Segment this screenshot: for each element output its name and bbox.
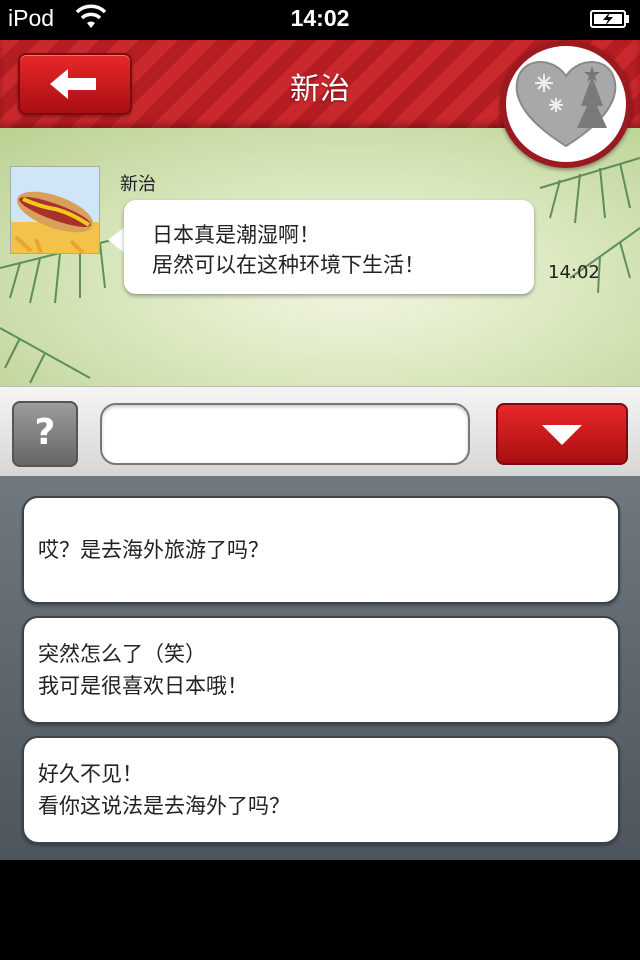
status-bar: iPod 14:02 bbox=[0, 0, 640, 40]
toggle-options-button[interactable] bbox=[496, 403, 628, 465]
chat-area: 新治 日本真是潮湿啊！ 居然可以在这种环境下生活！ 14:02 bbox=[0, 128, 640, 386]
reply-option-text: 哎？是去海外旅游了吗？ bbox=[38, 538, 269, 562]
message-input[interactable] bbox=[100, 403, 470, 465]
message-bubble: 日本真是潮湿啊！ 居然可以在这种环境下生活！ bbox=[124, 200, 534, 294]
reply-option-text: 好久不见！ 看你这说法是去海外了吗？ bbox=[38, 762, 290, 818]
avatar[interactable] bbox=[10, 166, 100, 254]
chevron-down-icon bbox=[542, 425, 582, 445]
help-button[interactable]: ? bbox=[12, 401, 78, 467]
reply-option[interactable]: 突然怎么了（笑） 我可是很喜欢日本哦！ bbox=[22, 616, 620, 724]
status-time: 14:02 bbox=[290, 5, 350, 31]
heart-badge[interactable] bbox=[500, 40, 632, 168]
sender-name: 新治 bbox=[120, 174, 156, 195]
input-bar: ? bbox=[0, 386, 640, 478]
hotdog-avatar-icon bbox=[11, 167, 99, 253]
heart-christmas-icon bbox=[515, 61, 617, 148]
reply-option[interactable]: 哎？是去海外旅游了吗？ bbox=[22, 496, 620, 604]
reply-options-panel: 哎？是去海外旅游了吗？ 突然怎么了（笑） 我可是很喜欢日本哦！ 好久不见！ 看你… bbox=[0, 476, 640, 860]
reply-option-text: 突然怎么了（笑） 我可是很喜欢日本哦！ bbox=[38, 642, 248, 698]
battery-icon bbox=[590, 10, 629, 28]
reply-option[interactable]: 好久不见！ 看你这说法是去海外了吗？ bbox=[22, 736, 620, 844]
message-time: 14:02 bbox=[548, 262, 600, 283]
message-text: 日本真是潮湿啊！ 居然可以在这种环境下生活！ bbox=[152, 223, 425, 277]
